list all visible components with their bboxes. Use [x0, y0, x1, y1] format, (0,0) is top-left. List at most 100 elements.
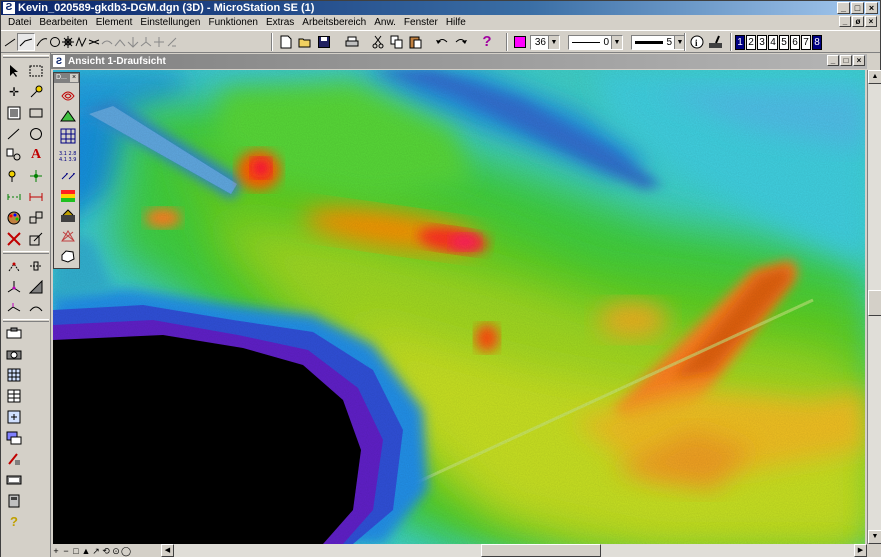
menu-bearbeiten[interactable]: Bearbeiten [35, 15, 91, 30]
profile-tool-icon[interactable] [57, 206, 78, 225]
select-arrow-icon[interactable] [4, 61, 24, 80]
redo-icon[interactable] [452, 33, 470, 51]
open-folder-icon[interactable] [296, 33, 314, 51]
zoom-out-icon[interactable]: − [61, 545, 71, 557]
camera-icon[interactable] [4, 344, 24, 363]
display-set-icon[interactable] [4, 428, 24, 447]
trim-tool-icon[interactable] [127, 33, 139, 51]
contour-tool-icon[interactable] [57, 86, 78, 105]
new-file-icon[interactable] [277, 33, 295, 51]
palette-grip[interactable] [3, 319, 49, 322]
view-minimize-button[interactable]: _ [827, 55, 839, 66]
cut-icon[interactable] [369, 33, 387, 51]
view-toggle-1[interactable]: 1 [735, 34, 745, 50]
horizontal-scroll-thumb[interactable] [481, 544, 601, 557]
break-tool-icon[interactable] [166, 33, 178, 51]
rectangle-tool-icon[interactable] [26, 103, 46, 122]
arc-edit-icon[interactable] [101, 33, 113, 51]
delete-triangles-icon[interactable] [57, 226, 78, 245]
curve-tool-icon[interactable] [75, 33, 87, 51]
scroll-up-button[interactable]: ▲ [868, 70, 881, 84]
color-select[interactable]: 36 ▼ [530, 34, 560, 50]
fit-view-icon[interactable]: ▲ [81, 545, 91, 557]
view-toggle-3[interactable]: 3 [757, 34, 767, 50]
microstation-logo-icon[interactable]: Ƨ [53, 55, 65, 67]
menu-fenster[interactable]: Fenster [400, 15, 442, 30]
chevron-down-icon[interactable]: ▼ [611, 35, 622, 49]
menu-funktionen[interactable]: Funktionen [204, 15, 261, 30]
point-tool-icon[interactable] [4, 166, 24, 185]
menu-einstellungen[interactable]: Einstellungen [136, 15, 204, 30]
text-tool-icon[interactable]: A [26, 145, 46, 164]
print-icon[interactable] [343, 33, 361, 51]
pen-table-icon[interactable] [4, 449, 24, 468]
vertical-scroll-thumb[interactable] [868, 290, 881, 316]
line-palette-icon[interactable] [4, 124, 24, 143]
pan-view-icon[interactable]: ⟲ [101, 545, 111, 557]
zoom-in-icon[interactable]: + [51, 545, 61, 557]
view-title-bar[interactable]: Ƨ Ansicht 1-Draufsicht _ □ × [51, 54, 867, 69]
copy-element-icon[interactable] [26, 208, 46, 227]
arc-tool-icon[interactable] [36, 33, 48, 51]
dtm-palette-title-bar[interactable]: D... × [54, 73, 79, 83]
menu-arbeitsbereich[interactable]: Arbeitsbereich [298, 15, 370, 30]
view-toggle-4[interactable]: 4 [768, 34, 778, 50]
cell-tool-icon[interactable] [4, 145, 24, 164]
palette-color-icon[interactable] [4, 208, 24, 227]
close-button[interactable]: × [865, 2, 878, 14]
scroll-down-button[interactable]: ▼ [868, 530, 881, 544]
spot-elevation-icon[interactable]: 3.1 2.8 4.1 3.9 [57, 146, 78, 165]
measure-tool-icon[interactable] [4, 187, 24, 206]
group-tool-icon[interactable] [4, 103, 24, 122]
doc-close-button[interactable]: × [865, 16, 877, 27]
info-icon[interactable]: i [688, 33, 706, 51]
save-icon[interactable] [315, 33, 333, 51]
view-toggle-8[interactable]: 8 [812, 34, 822, 50]
extend-tool-icon[interactable] [140, 33, 152, 51]
chevron-down-icon[interactable]: ▼ [548, 35, 559, 49]
settings-manager-icon[interactable] [707, 33, 725, 51]
triangle-tool-icon[interactable] [57, 106, 78, 125]
table-tool-icon[interactable] [4, 386, 24, 405]
line-tool-icon[interactable] [4, 33, 16, 51]
smartline-tool-icon[interactable] [17, 33, 35, 51]
menu-hilfe[interactable]: Hilfe [442, 15, 470, 30]
menu-element[interactable]: Element [92, 15, 137, 30]
snap-tool-icon[interactable] [26, 166, 46, 185]
view-toggle-5[interactable]: 5 [779, 34, 789, 50]
modify-tool-icon[interactable] [26, 82, 46, 101]
palette-grip[interactable] [3, 55, 49, 58]
microstation-logo-icon[interactable]: Ƨ [3, 2, 15, 14]
surface-tool-icon[interactable] [26, 277, 46, 296]
active-color-swatch[interactable] [514, 36, 526, 48]
elevation-color-icon[interactable] [57, 186, 78, 205]
view-maximize-button[interactable]: □ [840, 55, 852, 66]
manipulate-tool-icon[interactable]: ✛ [4, 82, 24, 101]
keyin-icon[interactable] [4, 470, 24, 489]
palette-grip[interactable] [3, 251, 49, 254]
menu-anw[interactable]: Anw. [370, 15, 400, 30]
title-bar[interactable]: Ƨ Kevin_020589-gkdb3-DGM.dgn (3D) - Micr… [1, 1, 880, 15]
reference-tool-icon[interactable] [4, 407, 24, 426]
view-next-icon[interactable]: ◯ [121, 545, 131, 557]
maximize-button[interactable]: □ [851, 2, 864, 14]
horizontal-scrollbar[interactable]: ◀ ▶ [161, 544, 867, 557]
delete-element-icon[interactable] [4, 229, 24, 248]
view-toggle-7[interactable]: 7 [801, 34, 811, 50]
basic-macro-icon[interactable] [4, 491, 24, 510]
scroll-right-button[interactable]: ▶ [854, 544, 867, 557]
fence-tool-icon[interactable] [26, 61, 46, 80]
circle-palette-icon[interactable] [26, 124, 46, 143]
minimize-button[interactable]: _ [837, 2, 850, 14]
terrain-elevation-map[interactable] [53, 70, 865, 544]
dimension-tool-icon[interactable] [26, 187, 46, 206]
vertical-scrollbar[interactable]: ▲ ▼ [867, 70, 881, 544]
scale-element-icon[interactable] [26, 229, 46, 248]
accudraw-icon[interactable] [26, 256, 46, 275]
line-style-select[interactable]: 0 ▼ [568, 34, 623, 50]
view-palette-icon[interactable] [4, 323, 24, 342]
corner-tool-icon[interactable] [114, 33, 126, 51]
menu-extras[interactable]: Extras [262, 15, 298, 30]
gear-tool-icon[interactable] [62, 33, 74, 51]
menu-datei[interactable]: Datei [4, 15, 35, 30]
